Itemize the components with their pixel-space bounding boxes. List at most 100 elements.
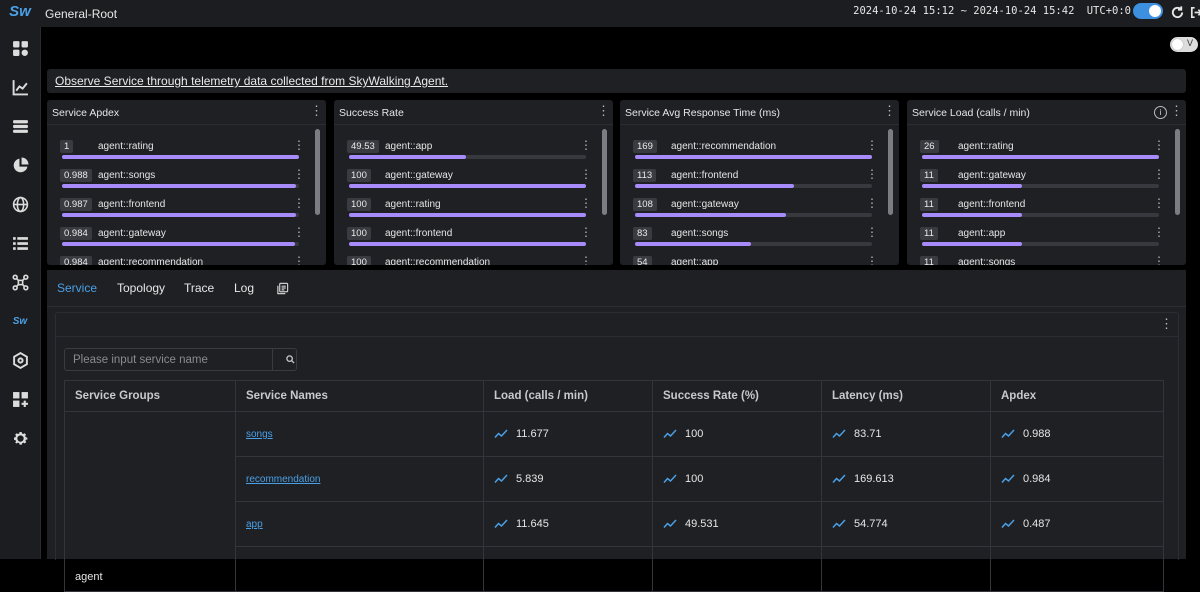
panel-menu-icon[interactable]: ⋮ <box>1170 104 1183 117</box>
database-icon[interactable] <box>7 113 33 139</box>
scrollbar[interactable] <box>602 129 607 215</box>
list-item[interactable]: 0.988 agent::songs ⋮ <box>60 154 309 188</box>
value-badge: 169 <box>633 140 657 153</box>
globe-icon[interactable] <box>7 191 33 217</box>
list-item[interactable]: 26 agent::rating ⋮ <box>920 125 1169 159</box>
tab-topology[interactable]: Topology <box>117 281 165 295</box>
list-item[interactable]: 100 agent::rating ⋮ <box>347 183 596 217</box>
theme-toggle[interactable] <box>1133 3 1163 19</box>
service-name: agent::songs <box>671 228 729 239</box>
list-item[interactable]: 108 agent::gateway ⋮ <box>633 183 882 217</box>
panel-menu-icon[interactable]: ⋮ <box>310 104 323 117</box>
row-menu-icon[interactable]: ⋮ <box>1153 168 1165 180</box>
list-item[interactable]: 100 agent::gateway ⋮ <box>347 154 596 188</box>
trend-icon[interactable] <box>663 519 677 529</box>
row-menu-icon[interactable]: ⋮ <box>293 139 305 151</box>
list-item[interactable]: 169 agent::recommendation ⋮ <box>633 125 882 159</box>
trend-icon[interactable] <box>832 474 846 484</box>
widget-menu-icon[interactable]: ⋮ <box>1160 317 1173 330</box>
visual-mode-toggle[interactable]: V <box>1170 37 1198 52</box>
list-item[interactable]: 83 agent::songs ⋮ <box>633 212 882 246</box>
refresh-icon[interactable] <box>1170 5 1185 20</box>
value-badge: 83 <box>633 227 652 240</box>
row-menu-icon[interactable]: ⋮ <box>866 197 878 209</box>
row-menu-icon[interactable]: ⋮ <box>580 168 592 180</box>
trend-icon[interactable] <box>1001 474 1015 484</box>
topology-icon[interactable] <box>7 269 33 295</box>
dashboard-icon[interactable] <box>7 35 33 61</box>
service-name: agent::frontend <box>671 170 739 181</box>
trend-icon[interactable] <box>1001 519 1015 529</box>
page-title: General-Root <box>45 7 118 21</box>
success-rate-value: 49.531 <box>685 518 719 530</box>
row-menu-icon[interactable]: ⋮ <box>1153 255 1165 265</box>
hexagon-icon[interactable] <box>7 347 33 373</box>
scrollbar[interactable] <box>888 129 893 215</box>
settings-icon[interactable] <box>7 425 33 451</box>
list-item[interactable]: 54 agent::app ⋮ <box>633 241 882 265</box>
description-text[interactable]: Observe Service through telemetry data c… <box>55 74 448 88</box>
service-link[interactable]: recommendation <box>246 474 320 485</box>
scrollbar[interactable] <box>1175 129 1180 215</box>
row-menu-icon[interactable]: ⋮ <box>1153 197 1165 209</box>
service-link[interactable]: app <box>246 519 263 530</box>
list-item[interactable]: 100 agent::recommendation ⋮ <box>347 241 596 265</box>
panel-menu-icon[interactable]: ⋮ <box>597 104 610 117</box>
list-item[interactable]: 11 agent::gateway ⋮ <box>920 154 1169 188</box>
service-search-input[interactable] <box>65 349 277 370</box>
row-menu-icon[interactable]: ⋮ <box>293 197 305 209</box>
list-item[interactable]: 0.984 agent::recommendation ⋮ <box>60 241 309 265</box>
row-menu-icon[interactable]: ⋮ <box>293 168 305 180</box>
tab-log[interactable]: Log <box>234 281 254 295</box>
add-widget-icon[interactable] <box>7 386 33 412</box>
scrollbar[interactable] <box>315 129 320 215</box>
list-item[interactable]: 11 agent::app ⋮ <box>920 212 1169 246</box>
row-menu-icon[interactable]: ⋮ <box>580 139 592 151</box>
row-menu-icon[interactable]: ⋮ <box>580 226 592 238</box>
list-item[interactable]: 11 agent::frontend ⋮ <box>920 183 1169 217</box>
list-item[interactable]: 11 agent::songs ⋮ <box>920 241 1169 265</box>
trend-icon[interactable] <box>832 519 846 529</box>
trend-icon[interactable] <box>1001 429 1015 439</box>
panel-title: Service Apdex <box>52 107 120 119</box>
trend-icon[interactable] <box>494 429 508 439</box>
trend-icon[interactable] <box>663 474 677 484</box>
trend-icon[interactable] <box>494 519 508 529</box>
service-link[interactable]: songs <box>246 429 273 440</box>
row-menu-icon[interactable]: ⋮ <box>580 197 592 209</box>
list-item[interactable]: 49.53 agent::app ⋮ <box>347 125 596 159</box>
list-item[interactable]: 100 agent::frontend ⋮ <box>347 212 596 246</box>
value-badge: 108 <box>633 198 657 211</box>
row-menu-icon[interactable]: ⋮ <box>293 226 305 238</box>
row-menu-icon[interactable]: ⋮ <box>866 226 878 238</box>
row-menu-icon[interactable]: ⋮ <box>580 255 592 265</box>
time-range-picker[interactable]: 2024-10-24 15:12 ~ 2024-10-24 15:42 UTC+… <box>853 5 1131 17</box>
skywalking-icon[interactable]: Sw <box>7 308 33 334</box>
list-item[interactable]: 0.987 agent::frontend ⋮ <box>60 183 309 217</box>
search-button[interactable] <box>272 349 307 370</box>
skywalking-icon-text: Sw <box>12 315 28 327</box>
tab-trace[interactable]: Trace <box>184 281 214 295</box>
list-icon[interactable] <box>7 230 33 256</box>
row-menu-icon[interactable]: ⋮ <box>866 255 878 265</box>
chart-icon[interactable] <box>7 74 33 100</box>
row-menu-icon[interactable]: ⋮ <box>1153 139 1165 151</box>
trend-icon[interactable] <box>663 429 677 439</box>
list-item[interactable]: 113 agent::frontend ⋮ <box>633 154 882 188</box>
copy-icon[interactable] <box>276 282 289 295</box>
row-menu-icon[interactable]: ⋮ <box>866 168 878 180</box>
info-icon[interactable]: i <box>1154 106 1167 119</box>
panel-menu-icon[interactable]: ⋮ <box>883 104 896 117</box>
list-item[interactable]: 0.984 agent::gateway ⋮ <box>60 212 309 246</box>
row-menu-icon[interactable]: ⋮ <box>866 139 878 151</box>
row-menu-icon[interactable]: ⋮ <box>293 255 305 265</box>
service-name: agent::gateway <box>671 199 739 210</box>
trend-icon[interactable] <box>494 474 508 484</box>
logout-icon[interactable] <box>1189 5 1200 20</box>
skywalking-logo[interactable]: Sw <box>0 3 40 20</box>
row-menu-icon[interactable]: ⋮ <box>1153 226 1165 238</box>
list-item[interactable]: 1 agent::rating ⋮ <box>60 125 309 159</box>
trend-icon[interactable] <box>832 429 846 439</box>
pie-chart-icon[interactable] <box>7 152 33 178</box>
tab-service[interactable]: Service <box>57 281 97 295</box>
